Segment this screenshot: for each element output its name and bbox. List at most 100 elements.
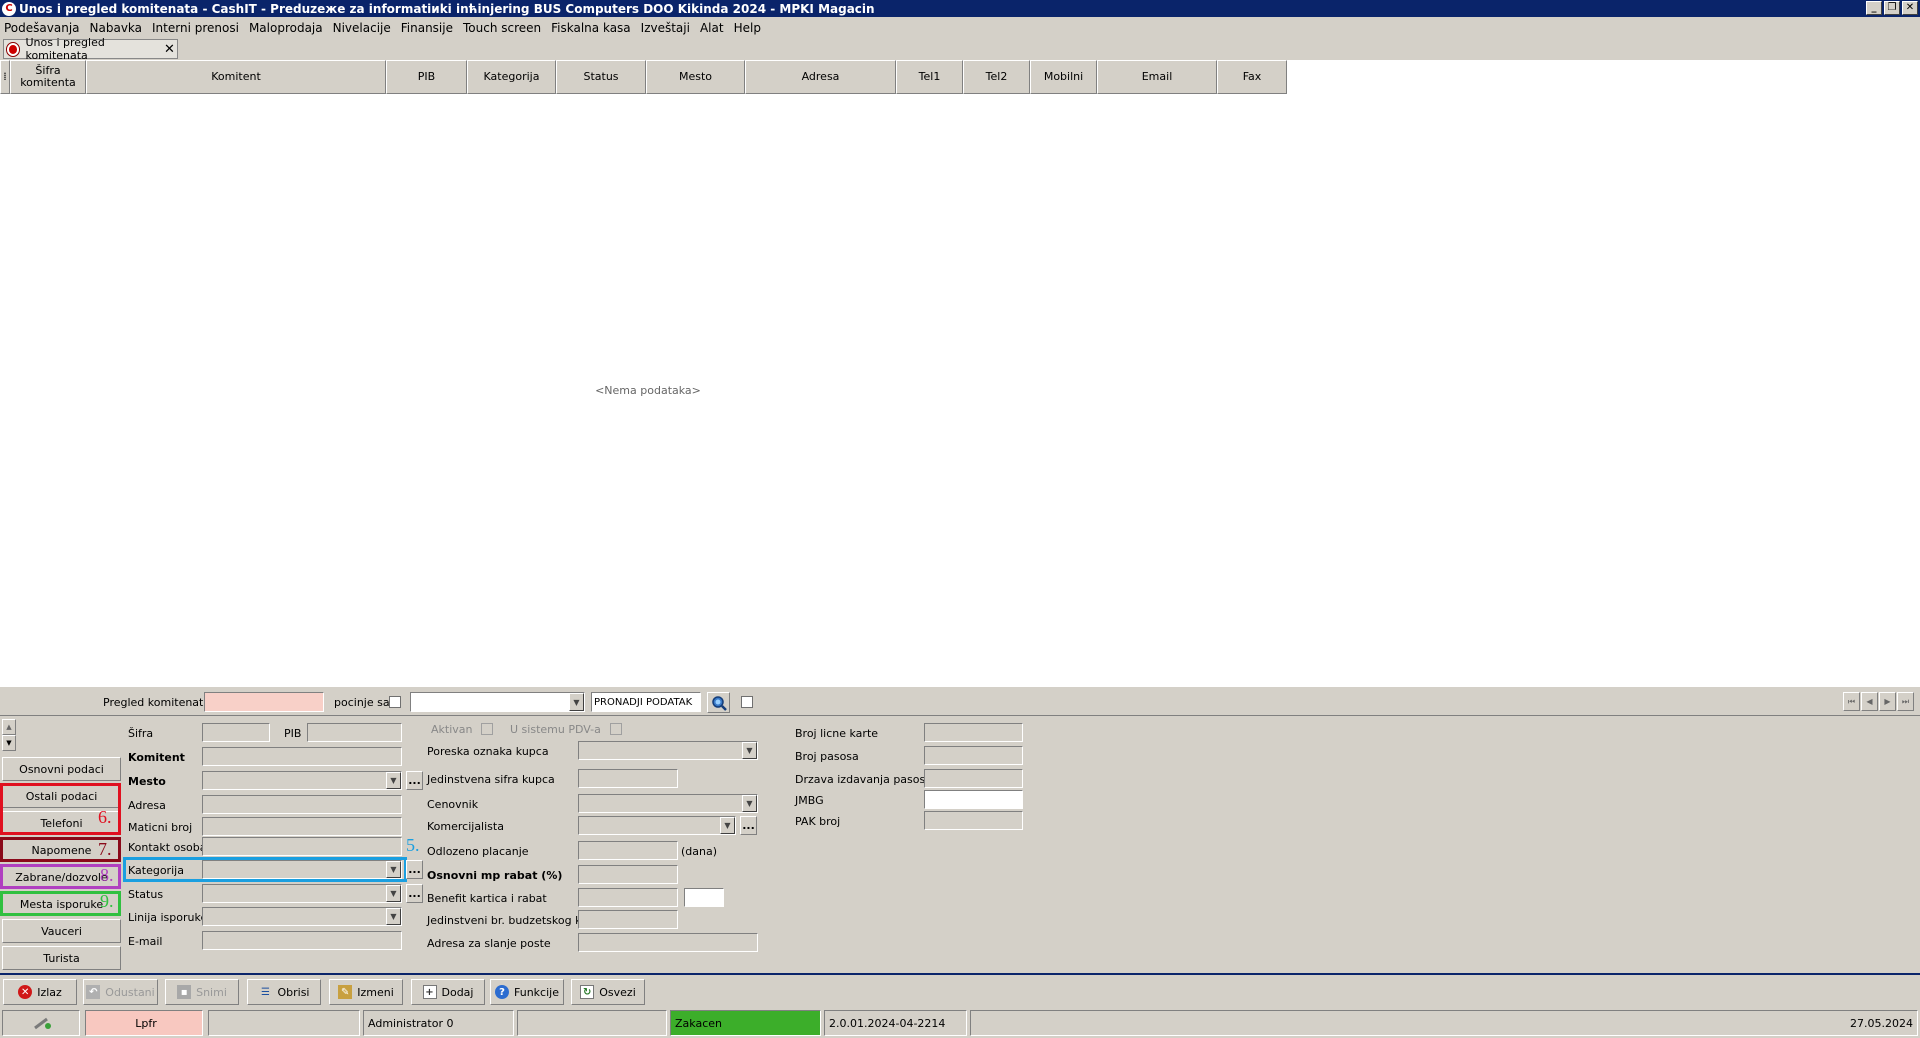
broj-licne-field[interactable] bbox=[924, 723, 1023, 742]
column-header-tel2[interactable]: Tel2 bbox=[963, 60, 1030, 94]
komitenti-grid[interactable]: ⁞ Šifra komitenta Komitent PIB Kategorij… bbox=[0, 60, 1920, 686]
scroll-up-icon[interactable]: ▲ bbox=[2, 719, 16, 735]
adresa-label: Adresa bbox=[128, 799, 166, 812]
column-header-fax[interactable]: Fax bbox=[1217, 60, 1287, 94]
odustani-button[interactable]: ↶ Odustani bbox=[83, 979, 158, 1005]
cenovnik-select[interactable]: ▼ bbox=[578, 794, 758, 813]
osnovni-rabat-field[interactable] bbox=[578, 865, 678, 884]
chevron-down-icon[interactable]: ▼ bbox=[569, 693, 584, 711]
action-toolbar: ✕ Izlaz ↶ Odustani ▪ Snimi ☰ Obrisi ✎ Iz… bbox=[0, 973, 1920, 1007]
dodaj-button[interactable]: + Dodaj bbox=[411, 979, 485, 1005]
adresa-poste-field[interactable] bbox=[578, 933, 758, 952]
mesto-select[interactable]: ▼ bbox=[202, 771, 402, 790]
benefit-kartica-field[interactable] bbox=[578, 888, 678, 907]
column-header-status[interactable]: Status bbox=[556, 60, 646, 94]
jedinstvena-sifra-field[interactable] bbox=[578, 769, 678, 788]
drzava-pasosa-field[interactable] bbox=[924, 769, 1023, 788]
jbkjs-field[interactable] bbox=[578, 910, 678, 929]
funkcije-button[interactable]: ? Funkcije bbox=[490, 979, 564, 1005]
broj-pasosa-field[interactable] bbox=[924, 746, 1023, 765]
menu-izvestaji[interactable]: Izveštaji bbox=[641, 21, 690, 35]
menu-alat[interactable]: Alat bbox=[700, 21, 724, 35]
connection-status-panel bbox=[2, 1010, 80, 1036]
odustani-label: Odustani bbox=[105, 985, 155, 999]
izlaz-button[interactable]: ✕ Izlaz bbox=[3, 979, 77, 1005]
email-field[interactable] bbox=[202, 931, 402, 950]
scroll-down-icon[interactable]: ▼ bbox=[2, 735, 16, 751]
menu-maloprodaja[interactable]: Maloprodaja bbox=[249, 21, 323, 35]
status-label: Status bbox=[128, 888, 164, 901]
menu-finansije[interactable]: Finansije bbox=[401, 21, 453, 35]
jmbg-field[interactable] bbox=[924, 790, 1023, 809]
column-header-mobilni[interactable]: Mobilni bbox=[1030, 60, 1097, 94]
kategorija-browse-button[interactable]: ... bbox=[406, 860, 423, 879]
pib-field[interactable] bbox=[307, 723, 402, 742]
search-input[interactable] bbox=[204, 692, 324, 712]
menu-nivelacije[interactable]: Nivelacije bbox=[333, 21, 391, 35]
search-column-select[interactable]: ▼ bbox=[410, 692, 585, 712]
close-icon[interactable]: ✕ bbox=[1902, 1, 1918, 15]
menu-podesavanja[interactable]: Podešavanja bbox=[4, 21, 80, 35]
column-header-mesto[interactable]: Mesto bbox=[646, 60, 745, 94]
find-data-field[interactable]: PRONADJI PODATAK bbox=[591, 692, 701, 712]
maticni-broj-field[interactable] bbox=[202, 817, 402, 836]
column-header-sifra[interactable]: Šifra komitenta bbox=[10, 60, 86, 94]
chevron-down-icon[interactable]: ▼ bbox=[386, 772, 401, 789]
chevron-down-icon[interactable]: ▼ bbox=[720, 817, 735, 834]
starts-with-checkbox[interactable] bbox=[389, 696, 401, 708]
row-selector-header[interactable]: ⁞ bbox=[0, 60, 10, 94]
snimi-button[interactable]: ▪ Snimi bbox=[165, 979, 239, 1005]
kategorija-select[interactable]: ▼ bbox=[202, 860, 402, 879]
obrisi-button[interactable]: ☰ Obrisi bbox=[247, 979, 321, 1005]
close-icon[interactable]: ✕ bbox=[162, 42, 177, 57]
side-tab-osnovni-podaci[interactable]: Osnovni podaci bbox=[2, 757, 121, 781]
side-tab-turista[interactable]: Turista bbox=[2, 946, 121, 970]
status-select[interactable]: ▼ bbox=[202, 884, 402, 903]
status-browse-button[interactable]: ... bbox=[406, 884, 423, 903]
column-header-pib[interactable]: PIB bbox=[386, 60, 467, 94]
menu-interni-prenosi[interactable]: Interni prenosi bbox=[152, 21, 239, 35]
previous-record-icon[interactable]: ◀ bbox=[1861, 692, 1878, 711]
poreska-oznaka-select[interactable]: ▼ bbox=[578, 741, 758, 760]
pdv-checkbox[interactable] bbox=[610, 723, 622, 735]
komitent-field[interactable] bbox=[202, 747, 402, 766]
aktivan-checkbox[interactable] bbox=[481, 723, 493, 735]
osvezi-button[interactable]: ↻ Osvezi bbox=[571, 979, 645, 1005]
last-record-icon[interactable]: ⏭ bbox=[1897, 692, 1914, 711]
komercijalista-browse-button[interactable]: ... bbox=[740, 816, 757, 835]
pak-broj-field[interactable] bbox=[924, 811, 1023, 830]
restore-icon[interactable]: ❐ bbox=[1884, 1, 1900, 15]
column-header-komitent[interactable]: Komitent bbox=[86, 60, 386, 94]
komercijalista-select[interactable]: ▼ bbox=[578, 816, 736, 835]
odlozeno-placanje-field[interactable] bbox=[578, 841, 678, 860]
next-record-icon[interactable]: ▶ bbox=[1879, 692, 1896, 711]
chevron-down-icon[interactable]: ▼ bbox=[742, 795, 757, 812]
chevron-down-icon[interactable]: ▼ bbox=[386, 861, 401, 878]
linija-isporuke-select[interactable]: ▼ bbox=[202, 907, 402, 926]
chevron-down-icon[interactable]: ▼ bbox=[386, 885, 401, 902]
extra-search-checkbox[interactable] bbox=[741, 696, 753, 708]
side-tab-vauceri[interactable]: Vauceri bbox=[2, 919, 121, 943]
adresa-field[interactable] bbox=[202, 795, 402, 814]
komitent-label: Komitent bbox=[128, 751, 185, 764]
menu-touch-screen[interactable]: Touch screen bbox=[463, 21, 541, 35]
izmeni-button[interactable]: ✎ Izmeni bbox=[329, 979, 403, 1005]
snimi-label: Snimi bbox=[196, 985, 227, 999]
tab-unos-komitenata[interactable]: Unos i pregled komitenata ✕ bbox=[3, 36, 178, 62]
chevron-down-icon[interactable]: ▼ bbox=[742, 742, 757, 759]
mesto-browse-button[interactable]: ... bbox=[406, 771, 423, 790]
benefit-rabat-field[interactable] bbox=[684, 888, 724, 907]
column-header-tel1[interactable]: Tel1 bbox=[896, 60, 963, 94]
kontakt-osoba-field[interactable] bbox=[202, 837, 402, 856]
column-header-email[interactable]: Email bbox=[1097, 60, 1217, 94]
minimize-icon[interactable]: _ bbox=[1866, 1, 1882, 15]
menu-nabavka[interactable]: Nabavka bbox=[90, 21, 143, 35]
sifra-field[interactable] bbox=[202, 723, 270, 742]
menu-fiskalna-kasa[interactable]: Fiskalna kasa bbox=[551, 21, 631, 35]
column-header-kategorija[interactable]: Kategorija bbox=[467, 60, 556, 94]
first-record-icon[interactable]: ⏮ bbox=[1843, 692, 1860, 711]
search-button[interactable] bbox=[707, 692, 730, 713]
menu-help[interactable]: Help bbox=[734, 21, 761, 35]
column-header-adresa[interactable]: Adresa bbox=[745, 60, 896, 94]
chevron-down-icon[interactable]: ▼ bbox=[386, 908, 401, 925]
